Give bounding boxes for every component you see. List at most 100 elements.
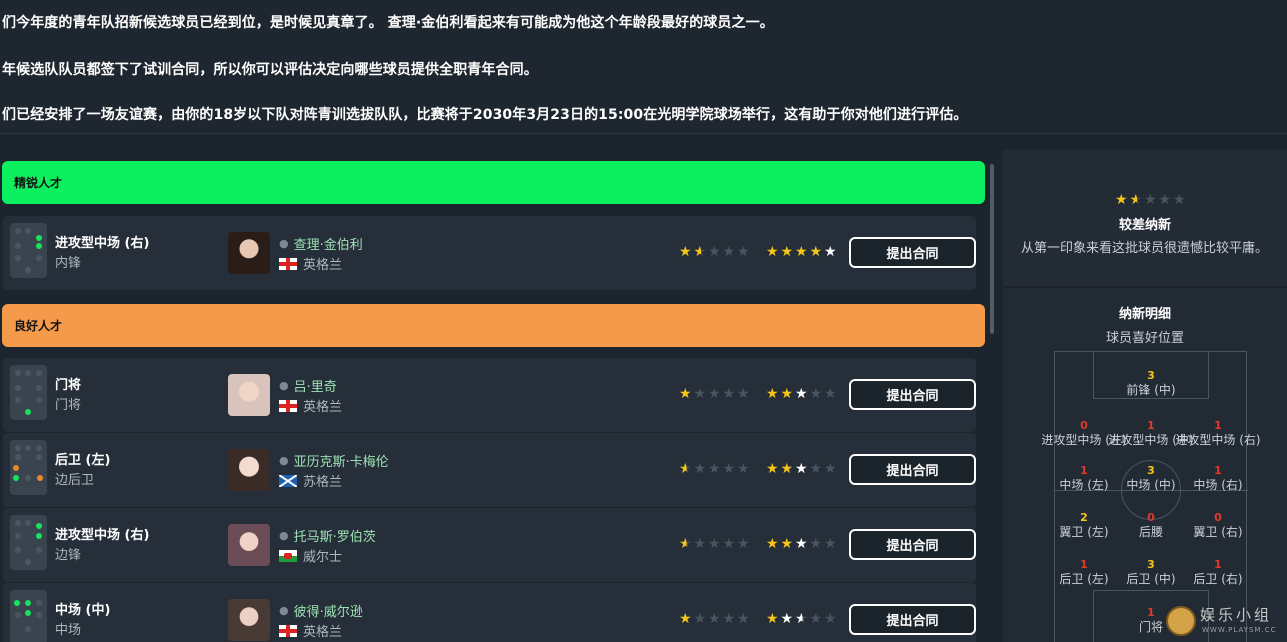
wales-flag-icon bbox=[279, 549, 297, 562]
summary-title: 较差纳新 bbox=[1118, 218, 1171, 233]
zone-mr: 1 中场 (右) bbox=[1168, 463, 1268, 493]
player-list: 精锐人才 进攻型中场 (右) 内锋 ● 查理·金伯利 英格兰 ★ ★ ★ ★ ★ ★ ★ ★… bbox=[0, 150, 990, 642]
intro-panel: 们今年度的青年队招新候选球员已经到位，是时候见真章了。 查理·金伯利看起来有可能… bbox=[0, 0, 1287, 134]
position-label: 中场 (中) bbox=[55, 603, 111, 618]
person-icon: ● bbox=[279, 604, 289, 617]
england-flag-icon bbox=[279, 399, 297, 412]
current-ability-stars: ★ ★ ★ ★ ★ bbox=[679, 244, 750, 260]
current-ability-stars: ★ ★ ★ ★ ★ bbox=[679, 536, 750, 552]
role-label: 门将 bbox=[55, 398, 82, 413]
watermark-text: 娱乐小组 bbox=[1200, 606, 1273, 624]
player-row[interactable]: 后卫 (左) 边后卫 ● 亚历克斯·卡梅伦 苏格兰 ★ ★ ★ ★ ★ ★ ★ ★ ★ ★ 提出… bbox=[3, 433, 976, 507]
list-scrollbar[interactable] bbox=[990, 164, 994, 334]
potential-ability-stars: ★ ★ ★ ★ ★ bbox=[766, 461, 837, 477]
position-pitch-icon bbox=[10, 515, 47, 570]
player-row[interactable]: 中场 (中) 中场 ● 彼得·威尔逊 英格兰 ★ ★ ★ ★ ★ ★ ★ ★ ★ ★ 提出合同 bbox=[3, 583, 976, 642]
position-label: 门将 bbox=[55, 378, 82, 393]
detail-subtitle: 球员喜好位置 bbox=[1105, 331, 1184, 346]
summary-box: ★ ★ ★ ★ ★ 较差纳新 从第一印象来看这批球员很遗憾比较平庸。 bbox=[1003, 150, 1287, 288]
player-name-link[interactable]: ● 吕·里奇 bbox=[279, 376, 337, 395]
player-avatar[interactable] bbox=[228, 374, 270, 416]
zone-st: 3 前锋 (中) bbox=[1101, 368, 1201, 398]
player-nationality: 威尔士 bbox=[279, 546, 342, 565]
role-label: 边后卫 bbox=[55, 473, 95, 488]
person-icon: ● bbox=[279, 379, 289, 392]
player-name: 托马斯·罗伯茨 bbox=[293, 530, 376, 545]
player-name-link[interactable]: ● 查理·金伯利 bbox=[279, 234, 363, 253]
player-name-link[interactable]: ● 托马斯·罗伯茨 bbox=[279, 526, 376, 545]
nation-name: 英格兰 bbox=[303, 258, 343, 273]
zone-label: 进攻型中场 (右) bbox=[1175, 433, 1261, 447]
player-name: 亚历克斯·卡梅伦 bbox=[293, 455, 389, 470]
offer-contract-button[interactable]: 提出合同 bbox=[849, 604, 976, 635]
zone-label: 后卫 (右) bbox=[1193, 572, 1243, 586]
current-ability-stars: ★ ★ ★ ★ ★ bbox=[679, 461, 750, 477]
current-ability-stars: ★ ★ ★ ★ ★ bbox=[679, 611, 750, 627]
zone-label: 后腰 bbox=[1138, 525, 1163, 539]
position-pitch-icon bbox=[10, 590, 47, 642]
watermark-logo-icon bbox=[1166, 606, 1196, 636]
group-header-elite[interactable]: 精锐人才 bbox=[2, 161, 985, 204]
england-flag-icon bbox=[279, 624, 297, 637]
intro-line-1: 们今年度的青年队招新候选球员已经到位，是时候见真章了。 查理·金伯利看起来有可能… bbox=[2, 15, 774, 31]
zone-count: 0 bbox=[1214, 511, 1222, 524]
current-ability-stars: ★ ★ ★ ★ ★ bbox=[679, 386, 750, 402]
site-watermark: 娱乐小组 WWW.PLAYSM.CC bbox=[1160, 600, 1287, 642]
player-row[interactable]: 门将 门将 ● 吕·里奇 英格兰 ★ ★ ★ ★ ★ ★ ★ ★ ★ ★ 提出合同 bbox=[3, 358, 976, 432]
player-avatar[interactable] bbox=[228, 449, 270, 491]
watermark-url: WWW.PLAYSM.CC bbox=[1202, 626, 1277, 634]
zone-dr: 1 后卫 (右) bbox=[1168, 557, 1268, 587]
zone-label: 前锋 (中) bbox=[1126, 383, 1176, 397]
position-label: 后卫 (左) bbox=[55, 453, 111, 468]
player-name: 查理·金伯利 bbox=[293, 238, 363, 253]
nation-name: 英格兰 bbox=[303, 625, 343, 640]
role-label: 中场 bbox=[55, 623, 82, 638]
position-pitch-icon bbox=[10, 440, 47, 495]
position-pitch-icon bbox=[10, 365, 47, 420]
group-header-good[interactable]: 良好人才 bbox=[2, 304, 985, 347]
zone-count: 1 bbox=[1214, 419, 1222, 432]
zone-count: 1 bbox=[1214, 464, 1222, 477]
position-field-diagram: 3 前锋 (中) 0 进攻型中场 (左) 1 进攻型中场 (中) 1 进攻型中场… bbox=[1041, 351, 1261, 642]
person-icon: ● bbox=[279, 529, 289, 542]
nation-name: 威尔士 bbox=[303, 550, 343, 565]
potential-ability-stars: ★ ★ ★ ★ ★ bbox=[766, 536, 837, 552]
player-avatar[interactable] bbox=[228, 599, 270, 641]
player-name-link[interactable]: ● 亚历克斯·卡梅伦 bbox=[279, 451, 389, 470]
person-icon: ● bbox=[279, 454, 289, 467]
intro-line-2: 年候选队队员都签下了试训合同，所以你可以评估决定向哪些球员提供全职青年合同。 bbox=[2, 62, 538, 78]
player-nationality: 英格兰 bbox=[279, 396, 342, 415]
offer-contract-button[interactable]: 提出合同 bbox=[849, 379, 976, 410]
person-icon: ● bbox=[279, 237, 289, 250]
offer-contract-button[interactable]: 提出合同 bbox=[849, 454, 976, 485]
detail-title: 纳新明细 bbox=[1118, 307, 1171, 322]
summary-description: 从第一印象来看这批球员很遗憾比较平庸。 bbox=[1021, 241, 1269, 256]
position-label: 进攻型中场 (右) bbox=[55, 528, 150, 543]
player-avatar[interactable] bbox=[228, 524, 270, 566]
player-nationality: 英格兰 bbox=[279, 254, 342, 273]
potential-ability-stars: ★ ★ ★ ★ ★ bbox=[766, 611, 837, 627]
intro-line-3: 们已经安排了一场友谊赛，由你的18岁以下队对阵青训选拔队队，比赛将于2030年3… bbox=[2, 107, 968, 123]
england-flag-icon bbox=[279, 257, 297, 270]
player-name-link[interactable]: ● 彼得·威尔逊 bbox=[279, 601, 363, 620]
role-label: 内锋 bbox=[55, 256, 82, 271]
potential-ability-stars: ★ ★ ★ ★ ★ bbox=[766, 244, 837, 260]
nation-name: 苏格兰 bbox=[303, 475, 343, 490]
player-nationality: 英格兰 bbox=[279, 621, 342, 640]
role-label: 边锋 bbox=[55, 548, 82, 563]
zone-label: 翼卫 (右) bbox=[1193, 525, 1243, 539]
player-row[interactable]: 进攻型中场 (右) 内锋 ● 查理·金伯利 英格兰 ★ ★ ★ ★ ★ ★ ★ ★ ★ ★ 提出… bbox=[3, 216, 976, 290]
overall-rating-stars: ★ ★ ★ ★ ★ bbox=[1115, 192, 1186, 208]
position-label: 进攻型中场 (右) bbox=[55, 236, 150, 251]
potential-ability-stars: ★ ★ ★ ★ ★ bbox=[766, 386, 837, 402]
player-avatar[interactable] bbox=[228, 232, 270, 274]
nation-name: 英格兰 bbox=[303, 400, 343, 415]
player-row[interactable]: 进攻型中场 (右) 边锋 ● 托马斯·罗伯茨 威尔士 ★ ★ ★ ★ ★ ★ ★ ★ ★ ★ 提… bbox=[3, 508, 976, 582]
offer-contract-button[interactable]: 提出合同 bbox=[849, 237, 976, 268]
intake-summary-panel: ★ ★ ★ ★ ★ 较差纳新 从第一印象来看这批球员很遗憾比较平庸。 纳新明细 球员喜好… bbox=[1003, 150, 1287, 642]
player-nationality: 苏格兰 bbox=[279, 471, 342, 490]
offer-contract-button[interactable]: 提出合同 bbox=[849, 529, 976, 560]
player-name: 彼得·威尔逊 bbox=[293, 605, 363, 620]
zone-amr: 1 进攻型中场 (右) bbox=[1168, 418, 1268, 448]
player-name: 吕·里奇 bbox=[293, 380, 337, 395]
